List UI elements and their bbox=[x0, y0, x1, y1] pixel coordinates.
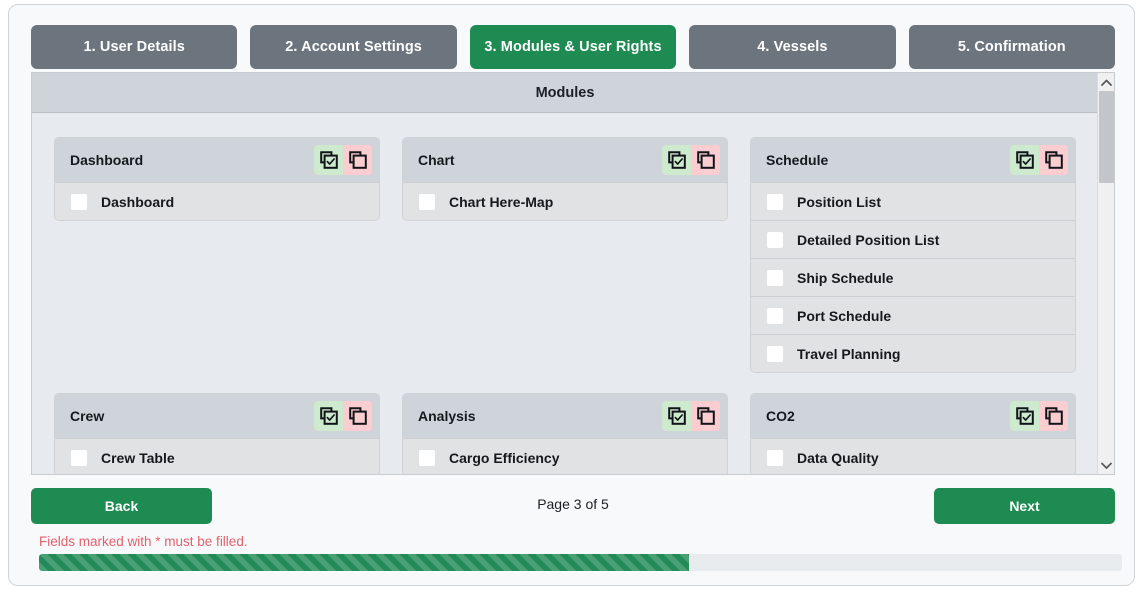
module-row[interactable]: Port Schedule bbox=[751, 296, 1075, 334]
module-card-title: Dashboard bbox=[70, 152, 144, 168]
module-card-title: Analysis bbox=[418, 408, 476, 424]
select-all-icon[interactable] bbox=[314, 145, 343, 175]
module-card: Analysis Cargo Efficiency bbox=[402, 393, 728, 474]
wizard-step-tab-3[interactable]: 3. Modules & User Rights bbox=[469, 25, 677, 69]
module-row-label: Chart Here-Map bbox=[449, 193, 554, 210]
deselect-all-icon[interactable] bbox=[691, 401, 720, 431]
chevron-up-icon[interactable] bbox=[1098, 73, 1114, 91]
module-row-checkbox[interactable] bbox=[767, 345, 783, 362]
footer-navigation: Back Page 3 of 5 Next bbox=[31, 488, 1115, 524]
module-card: Dashboard Dashboard bbox=[54, 137, 380, 221]
module-card-actions bbox=[662, 145, 720, 175]
deselect-all-icon[interactable] bbox=[343, 145, 372, 175]
module-row[interactable]: Dashboard bbox=[55, 182, 379, 220]
scrollbar-thumb[interactable] bbox=[1099, 91, 1114, 183]
module-row[interactable]: Detailed Position List bbox=[751, 220, 1075, 258]
select-all-icon[interactable] bbox=[662, 145, 691, 175]
module-row-checkbox[interactable] bbox=[767, 269, 783, 286]
module-card-header: Schedule bbox=[751, 138, 1075, 182]
module-row-label: Port Schedule bbox=[797, 307, 892, 324]
module-row-checkbox[interactable] bbox=[767, 193, 783, 210]
wizard-card: 1. User Details 2. Account Settings 3. Mod… bbox=[8, 4, 1135, 586]
module-card-actions bbox=[314, 145, 372, 175]
module-row[interactable]: Cargo Efficiency bbox=[403, 438, 727, 474]
chevron-down-icon[interactable] bbox=[1098, 456, 1114, 474]
wizard-step-tabs: 1. User Details 2. Account Settings 3. Mod… bbox=[31, 25, 1116, 69]
module-card-title: Crew bbox=[70, 408, 105, 424]
module-row[interactable]: Crew Table bbox=[55, 438, 379, 474]
wizard-step-tab-1[interactable]: 1. User Details bbox=[31, 25, 238, 69]
module-card-title: Chart bbox=[418, 152, 455, 168]
module-row-checkbox[interactable] bbox=[71, 449, 87, 466]
module-card-title: Schedule bbox=[766, 152, 829, 168]
deselect-all-icon[interactable] bbox=[691, 145, 720, 175]
module-row-label: Dashboard bbox=[101, 193, 175, 210]
module-row[interactable]: Chart Here-Map bbox=[403, 182, 727, 220]
module-card-actions bbox=[1010, 401, 1068, 431]
modules-scroll-area[interactable]: Dashboard Dashboard Chart Chart Here-Map Sch… bbox=[32, 113, 1098, 474]
module-row-checkbox[interactable] bbox=[767, 307, 783, 324]
module-row-label: Travel Planning bbox=[797, 345, 901, 362]
modules-panel: Modules Dashboard Dashboard Chart Chart Her… bbox=[31, 72, 1115, 475]
module-row-label: Ship Schedule bbox=[797, 269, 894, 286]
module-row-label: Position List bbox=[797, 193, 881, 210]
module-card-actions bbox=[662, 401, 720, 431]
select-all-icon[interactable] bbox=[1010, 401, 1039, 431]
select-all-icon[interactable] bbox=[1010, 145, 1039, 175]
module-card: Chart Chart Here-Map bbox=[402, 137, 728, 221]
module-row-label: Crew Table bbox=[101, 449, 175, 466]
module-card: CO2 Data Quality bbox=[750, 393, 1076, 474]
module-row-label: Cargo Efficiency bbox=[449, 449, 560, 466]
wizard-step-tab-2[interactable]: 2. Account Settings bbox=[250, 25, 457, 69]
module-row[interactable]: Ship Schedule bbox=[751, 258, 1075, 296]
module-card-title: CO2 bbox=[766, 408, 795, 424]
progress-fill bbox=[39, 554, 689, 571]
select-all-icon[interactable] bbox=[314, 401, 343, 431]
progress-track bbox=[39, 554, 1122, 571]
modules-section-title: Modules bbox=[32, 73, 1098, 113]
module-card-header: Analysis bbox=[403, 394, 727, 438]
deselect-all-icon[interactable] bbox=[1039, 401, 1068, 431]
module-row-label: Detailed Position List bbox=[797, 231, 940, 248]
module-card-header: Dashboard bbox=[55, 138, 379, 182]
module-row-checkbox[interactable] bbox=[767, 449, 783, 466]
module-card: Crew Crew Table bbox=[54, 393, 380, 474]
module-row-label: Data Quality bbox=[797, 449, 879, 466]
modules-grid: Dashboard Dashboard Chart Chart Here-Map Sch… bbox=[32, 113, 1098, 474]
module-card-actions bbox=[1010, 145, 1068, 175]
select-all-icon[interactable] bbox=[662, 401, 691, 431]
module-card-header: Chart bbox=[403, 138, 727, 182]
wizard-step-tab-4[interactable]: 4. Vessels bbox=[689, 25, 896, 69]
module-row-checkbox[interactable] bbox=[419, 193, 435, 210]
deselect-all-icon[interactable] bbox=[1039, 145, 1068, 175]
deselect-all-icon[interactable] bbox=[343, 401, 372, 431]
module-row-checkbox[interactable] bbox=[71, 193, 87, 210]
module-row[interactable]: Position List bbox=[751, 182, 1075, 220]
wizard-step-tab-5[interactable]: 5. Confirmation bbox=[908, 25, 1116, 69]
validation-message: Fields marked with * must be filled. bbox=[39, 534, 248, 549]
module-card-header: CO2 bbox=[751, 394, 1075, 438]
module-row[interactable]: Data Quality bbox=[751, 438, 1075, 474]
module-row[interactable]: Travel Planning bbox=[751, 334, 1075, 372]
module-row-checkbox[interactable] bbox=[419, 449, 435, 466]
module-card-header: Crew bbox=[55, 394, 379, 438]
next-button[interactable]: Next bbox=[934, 488, 1115, 524]
module-card-actions bbox=[314, 401, 372, 431]
module-row-checkbox[interactable] bbox=[767, 231, 783, 248]
module-card: Schedule Position List Detailed Position L… bbox=[750, 137, 1076, 373]
modules-scrollbar[interactable] bbox=[1097, 73, 1114, 474]
